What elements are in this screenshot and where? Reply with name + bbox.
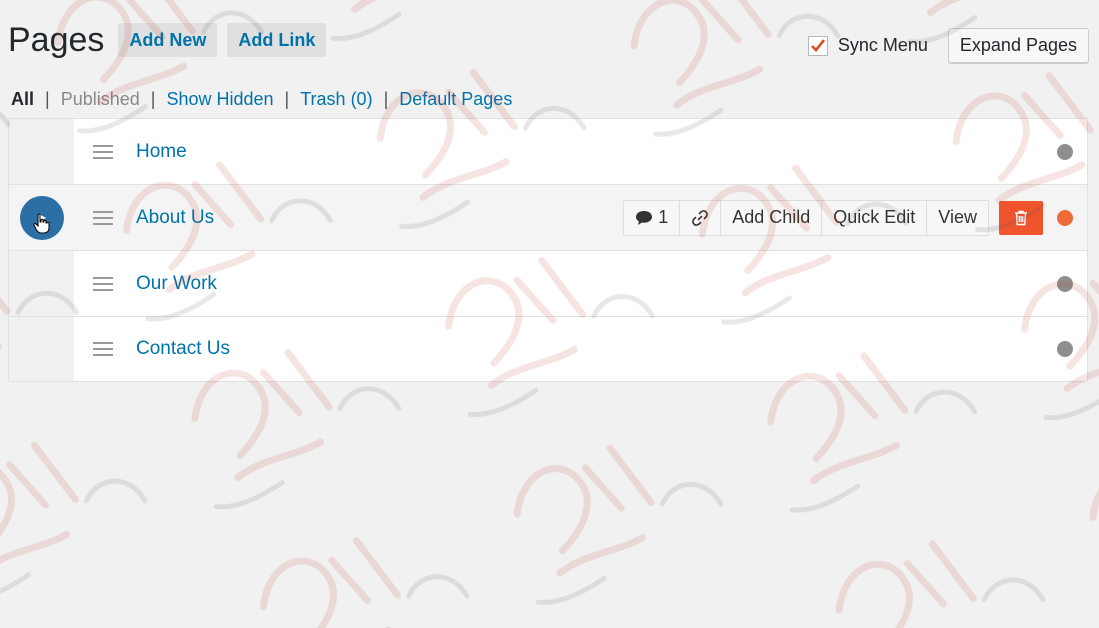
comment-count: 1 [658, 207, 669, 227]
menu-handle-icon[interactable] [93, 342, 113, 356]
filter-separator: | [45, 89, 50, 109]
comment-icon [636, 210, 653, 225]
status-dot [1057, 209, 1073, 226]
menu-handle-icon[interactable] [93, 210, 113, 225]
expand-toggle-button[interactable] [20, 195, 64, 240]
page-link-about-us[interactable]: About Us [136, 207, 214, 229]
page-row-about-us[interactable]: About Us 1 Add Child Quick Edit View [9, 185, 1087, 251]
filter-separator: | [150, 89, 156, 109]
row-content [74, 119, 1087, 184]
filter-show-hidden[interactable]: Show Hidden [166, 89, 273, 110]
comments-button[interactable]: 1 [624, 200, 681, 235]
page-row-home[interactable]: Home [9, 119, 1087, 185]
trash-icon [1015, 210, 1027, 225]
page-header: Pages Add New Add Link [8, 20, 336, 60]
filter-trash[interactable]: Trash (0) [300, 89, 372, 110]
view-button[interactable]: View [927, 201, 988, 235]
filter-separator: | [284, 89, 290, 109]
page-list: Home About Us 1 Add Child Quick Edit Vie… [8, 118, 1088, 382]
row-actions: 1 Add Child Quick Edit View [623, 199, 989, 236]
page-link-contact-us[interactable]: Contact Us [136, 338, 230, 360]
page-row-contact-us[interactable]: Contact Us [9, 317, 1087, 381]
quick-edit-button[interactable]: Quick Edit [822, 200, 928, 235]
page-link-home[interactable]: Home [136, 141, 187, 163]
status-dot [1057, 341, 1073, 357]
status-dot [1057, 275, 1073, 292]
checkmark-icon [810, 38, 825, 52]
sync-menu-checkbox[interactable] [807, 35, 828, 56]
filter-default-pages[interactable]: Default Pages [399, 89, 512, 110]
sync-menu-label: Sync Menu [837, 35, 928, 55]
page-link-our-work[interactable]: Our Work [136, 273, 217, 295]
add-child-button[interactable]: Add Child [721, 200, 823, 235]
add-link-button[interactable]: Add Link [227, 23, 327, 57]
cursor-hand-icon [33, 213, 50, 233]
top-right-controls: Sync Menu Expand Pages [807, 28, 1089, 63]
add-new-button[interactable]: Add New [118, 23, 218, 57]
permalink-button[interactable] [680, 200, 722, 235]
menu-handle-icon[interactable] [93, 144, 113, 159]
status-dot [1057, 143, 1073, 160]
expand-pages-button[interactable]: Expand Pages [947, 28, 1089, 63]
page-row-our-work[interactable]: Our Work [9, 251, 1087, 317]
row-content [74, 251, 1087, 316]
filter-separator: | [383, 89, 389, 109]
menu-handle-icon[interactable] [93, 276, 113, 291]
filter-all[interactable]: All [11, 89, 34, 110]
filter-published[interactable]: Published [61, 89, 140, 110]
filter-links: All | Published | Show Hidden | Trash (0… [11, 89, 512, 110]
trash-button[interactable] [999, 200, 1043, 235]
page-title: Pages [8, 21, 105, 59]
link-icon [692, 209, 709, 226]
